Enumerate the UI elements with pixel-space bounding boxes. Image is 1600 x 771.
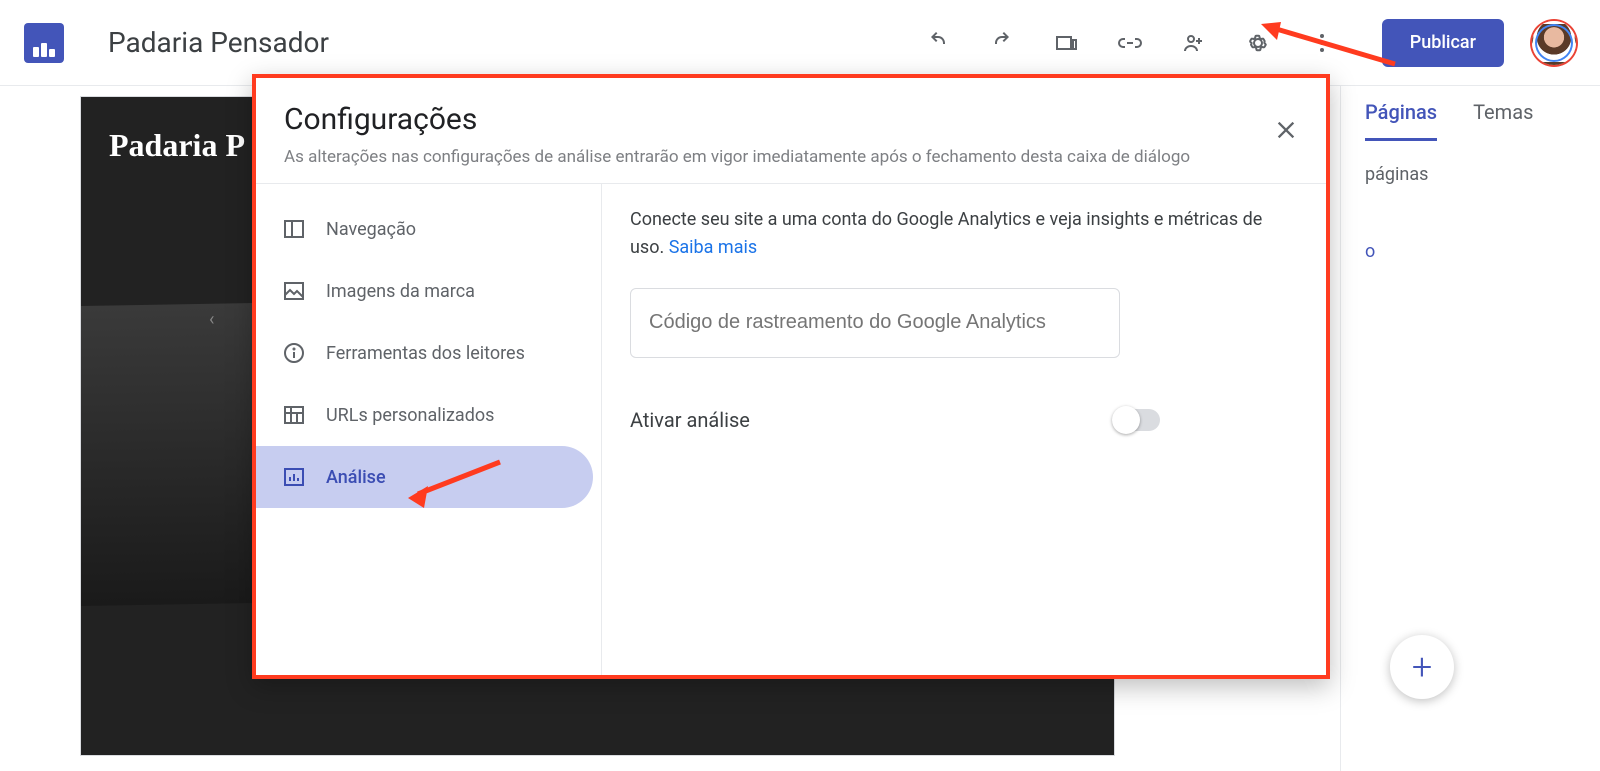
nav-item-brand[interactable]: Imagens da marca — [256, 260, 593, 322]
layout-icon — [282, 217, 306, 241]
account-avatar[interactable] — [1532, 21, 1576, 65]
domain-icon — [282, 403, 306, 427]
redo-button[interactable] — [978, 19, 1026, 67]
pages-filter-label: páginas — [1365, 164, 1576, 185]
undo-button[interactable] — [914, 19, 962, 67]
tab-themes[interactable]: Temas — [1473, 100, 1533, 141]
nav-label: Imagens da marca — [326, 281, 475, 302]
analytics-description: Conecte seu site a uma conta do Google A… — [630, 206, 1298, 262]
right-panel: Páginas Temas páginas o — [1340, 86, 1600, 771]
publish-button[interactable]: Publicar — [1382, 19, 1504, 67]
enable-analytics-toggle[interactable] — [1112, 409, 1160, 431]
tab-pages[interactable]: Páginas — [1365, 100, 1437, 141]
canvas-hero-title[interactable]: Padaria P — [109, 127, 245, 164]
info-icon — [282, 341, 306, 365]
dialog-subtitle: As alterações nas configurações de análi… — [284, 147, 1298, 167]
nav-item-navigation[interactable]: Navegação — [256, 198, 593, 260]
dialog-header: Configurações As alterações nas configur… — [256, 78, 1326, 184]
settings-dialog: Configurações As alterações nas configur… — [252, 74, 1330, 679]
enable-analytics-label: Ativar análise — [630, 408, 750, 432]
nav-item-urls[interactable]: URLs personalizados — [256, 384, 593, 446]
link-button[interactable] — [1106, 19, 1154, 67]
tracking-code-input[interactable] — [630, 288, 1120, 358]
sites-app-icon[interactable] — [24, 23, 64, 63]
dialog-content: Conecte seu site a uma conta do Google A… — [602, 184, 1326, 675]
nav-label: Análise — [326, 467, 386, 488]
nav-item-readers[interactable]: Ferramentas dos leitores — [256, 322, 593, 384]
site-title[interactable]: Padaria Pensador — [108, 26, 329, 59]
nav-item-analytics[interactable]: Análise — [256, 446, 593, 508]
dialog-nav: Navegação Imagens da marca Ferramentas d… — [256, 184, 602, 675]
more-button[interactable] — [1298, 19, 1346, 67]
dialog-close-button[interactable] — [1266, 110, 1306, 150]
link-fragment[interactable]: o — [1365, 241, 1576, 262]
nav-label: Navegação — [326, 219, 416, 240]
settings-button[interactable] — [1234, 19, 1282, 67]
preview-button[interactable] — [1042, 19, 1090, 67]
nav-label: URLs personalizados — [326, 405, 494, 426]
chart-icon — [282, 465, 306, 489]
image-icon — [282, 279, 306, 303]
nav-label: Ferramentas dos leitores — [326, 343, 525, 364]
learn-more-link[interactable]: Saiba mais — [669, 237, 757, 258]
share-button[interactable] — [1170, 19, 1218, 67]
add-page-fab[interactable]: + — [1390, 635, 1454, 699]
dialog-title: Configurações — [284, 102, 1298, 137]
collapse-handle-icon[interactable]: ‹ — [209, 309, 214, 330]
